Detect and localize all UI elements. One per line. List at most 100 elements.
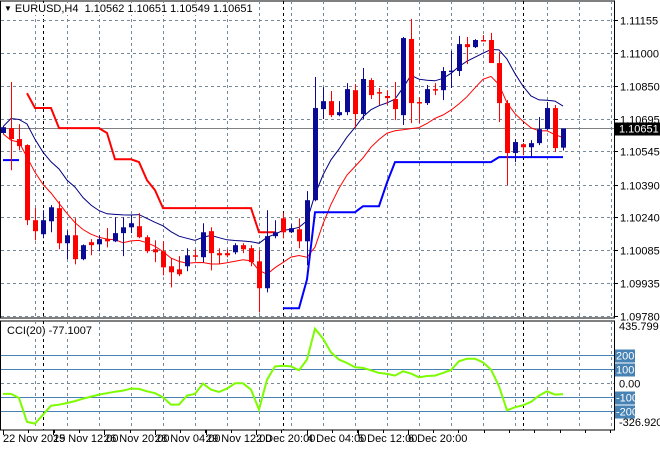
candle-body (361, 78, 366, 115)
candle-bullish (289, 224, 294, 234)
candle-body (249, 248, 254, 263)
price-axis-label: 1.10085 (620, 246, 660, 258)
candle-body (89, 242, 94, 246)
candle-body (529, 143, 534, 148)
axes: 1.111551.110001.108501.106951.105451.103… (3, 16, 660, 445)
candle-body (449, 70, 454, 73)
candle-body (329, 101, 334, 116)
candle-body (129, 223, 134, 228)
price-axis-label: 1.09780 (620, 312, 660, 324)
candle-bearish (241, 243, 246, 254)
cci-value: -77.1007 (48, 325, 93, 337)
candle-body (369, 80, 374, 96)
candle-bearish (377, 88, 382, 106)
candle-body (393, 99, 398, 110)
candle-bearish (385, 90, 390, 106)
candle-bearish (137, 213, 142, 239)
candle-bullish (473, 39, 478, 48)
candle-body (41, 220, 46, 235)
candle-body (481, 40, 486, 42)
candle-bearish (177, 256, 182, 277)
candle-body (49, 207, 54, 222)
close-value: 1.10651 (212, 3, 253, 15)
cci-level-label: -100 (616, 393, 638, 405)
candle-bullish (201, 223, 206, 263)
candle-bearish (145, 235, 150, 254)
candle-bullish (361, 68, 366, 120)
cci-label: CCI(20) (7, 325, 46, 337)
candle-body (521, 144, 526, 148)
candle-bullish (49, 205, 54, 233)
chart-title-bar: ▼ EURUSD,H4 1.10562 1.10651 1.10549 1.10651 (4, 3, 258, 15)
candle-body (385, 95, 390, 99)
candle-bullish (401, 37, 406, 126)
candle-body (81, 245, 86, 260)
candle-body (73, 235, 78, 260)
candle-bullish (113, 217, 118, 243)
candle-body (305, 200, 310, 242)
candle-body (297, 229, 302, 242)
candle-body (425, 89, 430, 104)
candle-body (457, 44, 462, 72)
cci-axis-label: -326.9205 (619, 417, 660, 429)
candle-bullish (313, 77, 318, 202)
indicator-overlays (2, 48, 564, 310)
candle-body (57, 208, 62, 244)
candle-bullish (265, 210, 270, 293)
candle-body (137, 226, 142, 238)
candle-body (553, 108, 558, 149)
candle-bearish (297, 218, 302, 249)
candle-body (273, 232, 278, 237)
candle-bullish (1, 126, 6, 134)
high-value: 1.10651 (127, 3, 168, 15)
open-value: 1.10562 (84, 3, 125, 15)
candle-body (281, 218, 286, 233)
candle-bearish (497, 52, 502, 123)
cci-level-label: 200 (616, 351, 634, 363)
candle-body (465, 44, 470, 48)
candle-body (241, 245, 246, 250)
candle-body (265, 236, 270, 289)
price-axis-label: 1.10545 (620, 147, 660, 159)
candle-body (401, 38, 406, 116)
chart-canvas[interactable]: 200100-100-200435.7990.00-326.9205 1.111… (0, 0, 660, 450)
candle-bullish (41, 210, 46, 239)
candle-bearish (25, 144, 30, 226)
candle-body (65, 235, 70, 244)
candle-body (337, 112, 342, 116)
candle-bearish (161, 241, 166, 276)
candle-bearish (489, 32, 494, 64)
candle-bullish (185, 248, 190, 272)
candle-bullish (441, 67, 446, 101)
candle-body (225, 253, 230, 256)
candle-bearish (505, 100, 510, 186)
candle-body (1, 127, 6, 134)
candle-body (473, 40, 478, 48)
candle-bearish (105, 228, 110, 248)
triangle-down-icon[interactable]: ▼ (4, 4, 12, 13)
candle-bearish (553, 105, 558, 153)
candle-body (537, 129, 542, 144)
candle-bearish (257, 250, 262, 313)
candle-body (505, 103, 510, 154)
candle-body (105, 239, 110, 242)
cci-axis-label: 0.00 (619, 379, 640, 391)
candle-body (169, 266, 174, 273)
cci-level-label: 100 (616, 365, 634, 377)
candle-body (441, 71, 446, 91)
candle-body (217, 253, 222, 256)
candle-body (561, 128, 566, 148)
candle-body (177, 269, 182, 275)
candle-bullish (81, 244, 86, 261)
stop-lower-line (283, 156, 563, 310)
candle-body (33, 220, 38, 232)
candle-bullish (513, 139, 518, 163)
candle-body (321, 101, 326, 110)
candle-bearish (409, 18, 414, 124)
candle-bearish (369, 78, 374, 100)
candle-bullish (561, 128, 566, 151)
candle-body (353, 90, 358, 115)
candle-body (313, 108, 318, 201)
price-axis-label: 1.09935 (620, 279, 660, 291)
candle-body (201, 232, 206, 258)
